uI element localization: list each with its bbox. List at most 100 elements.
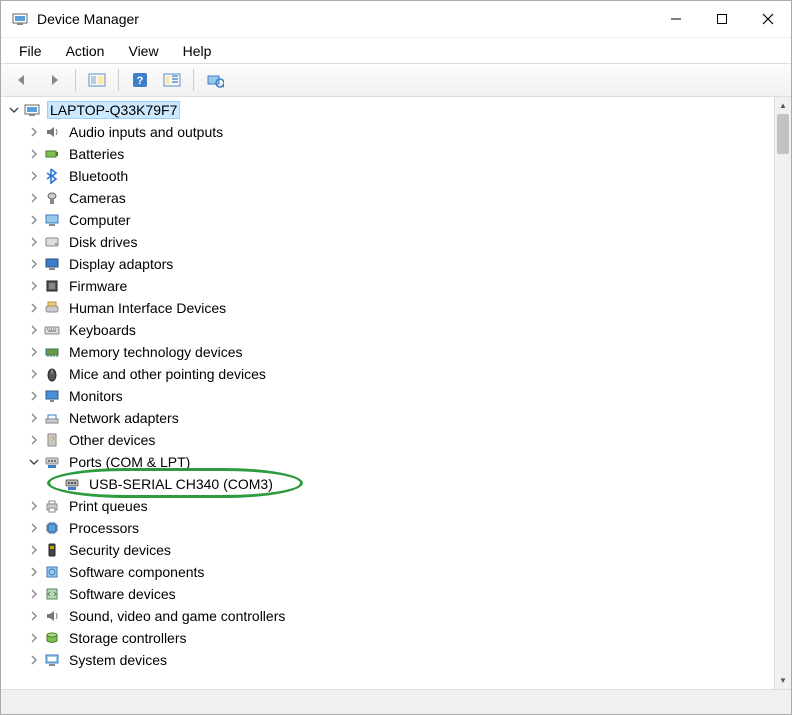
svg-text:?: ? bbox=[137, 75, 144, 87]
chevron-right-icon[interactable] bbox=[27, 389, 41, 403]
vertical-scrollbar[interactable]: ▲ ▼ bbox=[774, 97, 791, 689]
window-title: Device Manager bbox=[37, 11, 653, 27]
chevron-right-icon[interactable] bbox=[27, 125, 41, 139]
tree-item-computer[interactable]: Computer bbox=[1, 209, 774, 231]
close-button[interactable] bbox=[745, 1, 791, 37]
tree-item-battery[interactable]: Batteries bbox=[1, 143, 774, 165]
toolbar-separator bbox=[118, 69, 119, 91]
printer-icon bbox=[43, 497, 61, 515]
scrollbar-thumb[interactable] bbox=[777, 114, 789, 154]
forward-button[interactable] bbox=[41, 67, 67, 93]
chevron-right-icon[interactable] bbox=[27, 433, 41, 447]
tree-item-processor[interactable]: Processors bbox=[1, 517, 774, 539]
tree-item-firmware[interactable]: Firmware bbox=[1, 275, 774, 297]
tree-item-network[interactable]: Network adapters bbox=[1, 407, 774, 429]
menu-file[interactable]: File bbox=[9, 40, 52, 62]
port-item-icon bbox=[63, 475, 81, 493]
scan-hardware-button[interactable] bbox=[202, 67, 228, 93]
chevron-right-icon[interactable] bbox=[27, 411, 41, 425]
tree-item-bluetooth[interactable]: Bluetooth bbox=[1, 165, 774, 187]
tree-item-label: Human Interface Devices bbox=[67, 300, 228, 316]
tree-item-memory[interactable]: Memory technology devices bbox=[1, 341, 774, 363]
tree-item-hid[interactable]: Human Interface Devices bbox=[1, 297, 774, 319]
chevron-right-icon[interactable] bbox=[27, 235, 41, 249]
tree-item-software[interactable]: Software components bbox=[1, 561, 774, 583]
svg-text:?: ? bbox=[49, 435, 54, 445]
memory-icon bbox=[43, 343, 61, 361]
bluetooth-icon bbox=[43, 167, 61, 185]
chevron-right-icon[interactable] bbox=[27, 257, 41, 271]
chevron-right-icon[interactable] bbox=[27, 499, 41, 513]
tree-item-label: Keyboards bbox=[67, 322, 138, 338]
chevron-right-icon[interactable] bbox=[27, 565, 41, 579]
tree-item-audio[interactable]: Audio inputs and outputs bbox=[1, 121, 774, 143]
tree-item-label: Batteries bbox=[67, 146, 126, 162]
monitor-icon bbox=[43, 387, 61, 405]
chevron-right-icon[interactable] bbox=[27, 367, 41, 381]
tree-item-keyboard[interactable]: Keyboards bbox=[1, 319, 774, 341]
software-icon bbox=[43, 563, 61, 581]
scroll-down-button[interactable]: ▼ bbox=[775, 672, 791, 689]
help-button[interactable]: ? bbox=[127, 67, 153, 93]
chevron-right-icon[interactable] bbox=[27, 169, 41, 183]
menu-action[interactable]: Action bbox=[56, 40, 115, 62]
tree-item-mouse[interactable]: Mice and other pointing devices bbox=[1, 363, 774, 385]
tree-item-monitor[interactable]: Monitors bbox=[1, 385, 774, 407]
chevron-right-icon[interactable] bbox=[27, 587, 41, 601]
back-button[interactable] bbox=[9, 67, 35, 93]
device-tree[interactable]: LAPTOP-Q33K79F7Audio inputs and outputs B… bbox=[1, 97, 774, 689]
chevron-right-icon[interactable] bbox=[27, 279, 41, 293]
tree-item-display[interactable]: Display adaptors bbox=[1, 253, 774, 275]
tree-item-label: Computer bbox=[67, 212, 132, 228]
tree-item-disk[interactable]: Disk drives bbox=[1, 231, 774, 253]
tree-item-system[interactable]: System devices bbox=[1, 649, 774, 671]
camera-icon bbox=[43, 189, 61, 207]
menu-view[interactable]: View bbox=[118, 40, 168, 62]
chevron-right-icon[interactable] bbox=[27, 521, 41, 535]
port-icon bbox=[43, 453, 61, 471]
maximize-button[interactable] bbox=[699, 1, 745, 37]
chevron-right-icon[interactable] bbox=[27, 345, 41, 359]
chevron-right-icon[interactable] bbox=[27, 213, 41, 227]
menu-help[interactable]: Help bbox=[173, 40, 222, 62]
chevron-right-icon[interactable] bbox=[27, 653, 41, 667]
chevron-down-icon[interactable] bbox=[27, 455, 41, 469]
tree-item-sound[interactable]: Sound, video and game controllers bbox=[1, 605, 774, 627]
chevron-down-icon[interactable] bbox=[7, 103, 21, 117]
tree-item-software-dev[interactable]: Software devices bbox=[1, 583, 774, 605]
chevron-right-icon[interactable] bbox=[27, 323, 41, 337]
tree-item-storage[interactable]: Storage controllers bbox=[1, 627, 774, 649]
security-icon bbox=[43, 541, 61, 559]
scroll-up-button[interactable]: ▲ bbox=[775, 97, 791, 114]
titlebar: Device Manager bbox=[1, 1, 791, 37]
tree-item-label: Ports (COM & LPT) bbox=[67, 454, 192, 470]
tree-item-label: Disk drives bbox=[67, 234, 139, 250]
minimize-button[interactable] bbox=[653, 1, 699, 37]
tree-item-label: Software devices bbox=[67, 586, 178, 602]
tree-child-item[interactable]: USB-SERIAL CH340 (COM3) bbox=[1, 473, 774, 495]
show-hide-tree-button[interactable] bbox=[84, 67, 110, 93]
chevron-right-icon[interactable] bbox=[27, 631, 41, 645]
tree-root[interactable]: LAPTOP-Q33K79F7 bbox=[1, 99, 774, 121]
tree-item-label: Other devices bbox=[67, 432, 157, 448]
tree-item-security[interactable]: Security devices bbox=[1, 539, 774, 561]
toolbar-separator bbox=[75, 69, 76, 91]
battery-icon bbox=[43, 145, 61, 163]
network-icon bbox=[43, 409, 61, 427]
chevron-right-icon[interactable] bbox=[27, 191, 41, 205]
chevron-right-icon[interactable] bbox=[27, 543, 41, 557]
device-manager-window: Device Manager File Action View Help bbox=[0, 0, 792, 715]
properties-button[interactable] bbox=[159, 67, 185, 93]
toolbar-separator bbox=[193, 69, 194, 91]
chevron-right-icon[interactable] bbox=[27, 609, 41, 623]
tree-item-printer[interactable]: Print queues bbox=[1, 495, 774, 517]
processor-icon bbox=[43, 519, 61, 537]
tree-item-label: Mice and other pointing devices bbox=[67, 366, 268, 382]
chevron-right-icon[interactable] bbox=[27, 301, 41, 315]
tree-item-other[interactable]: ? Other devices bbox=[1, 429, 774, 451]
tree-item-camera[interactable]: Cameras bbox=[1, 187, 774, 209]
chevron-right-icon[interactable] bbox=[27, 147, 41, 161]
tree-item-port[interactable]: Ports (COM & LPT) bbox=[1, 451, 774, 473]
device-manager-icon bbox=[11, 10, 29, 28]
disk-icon bbox=[43, 233, 61, 251]
